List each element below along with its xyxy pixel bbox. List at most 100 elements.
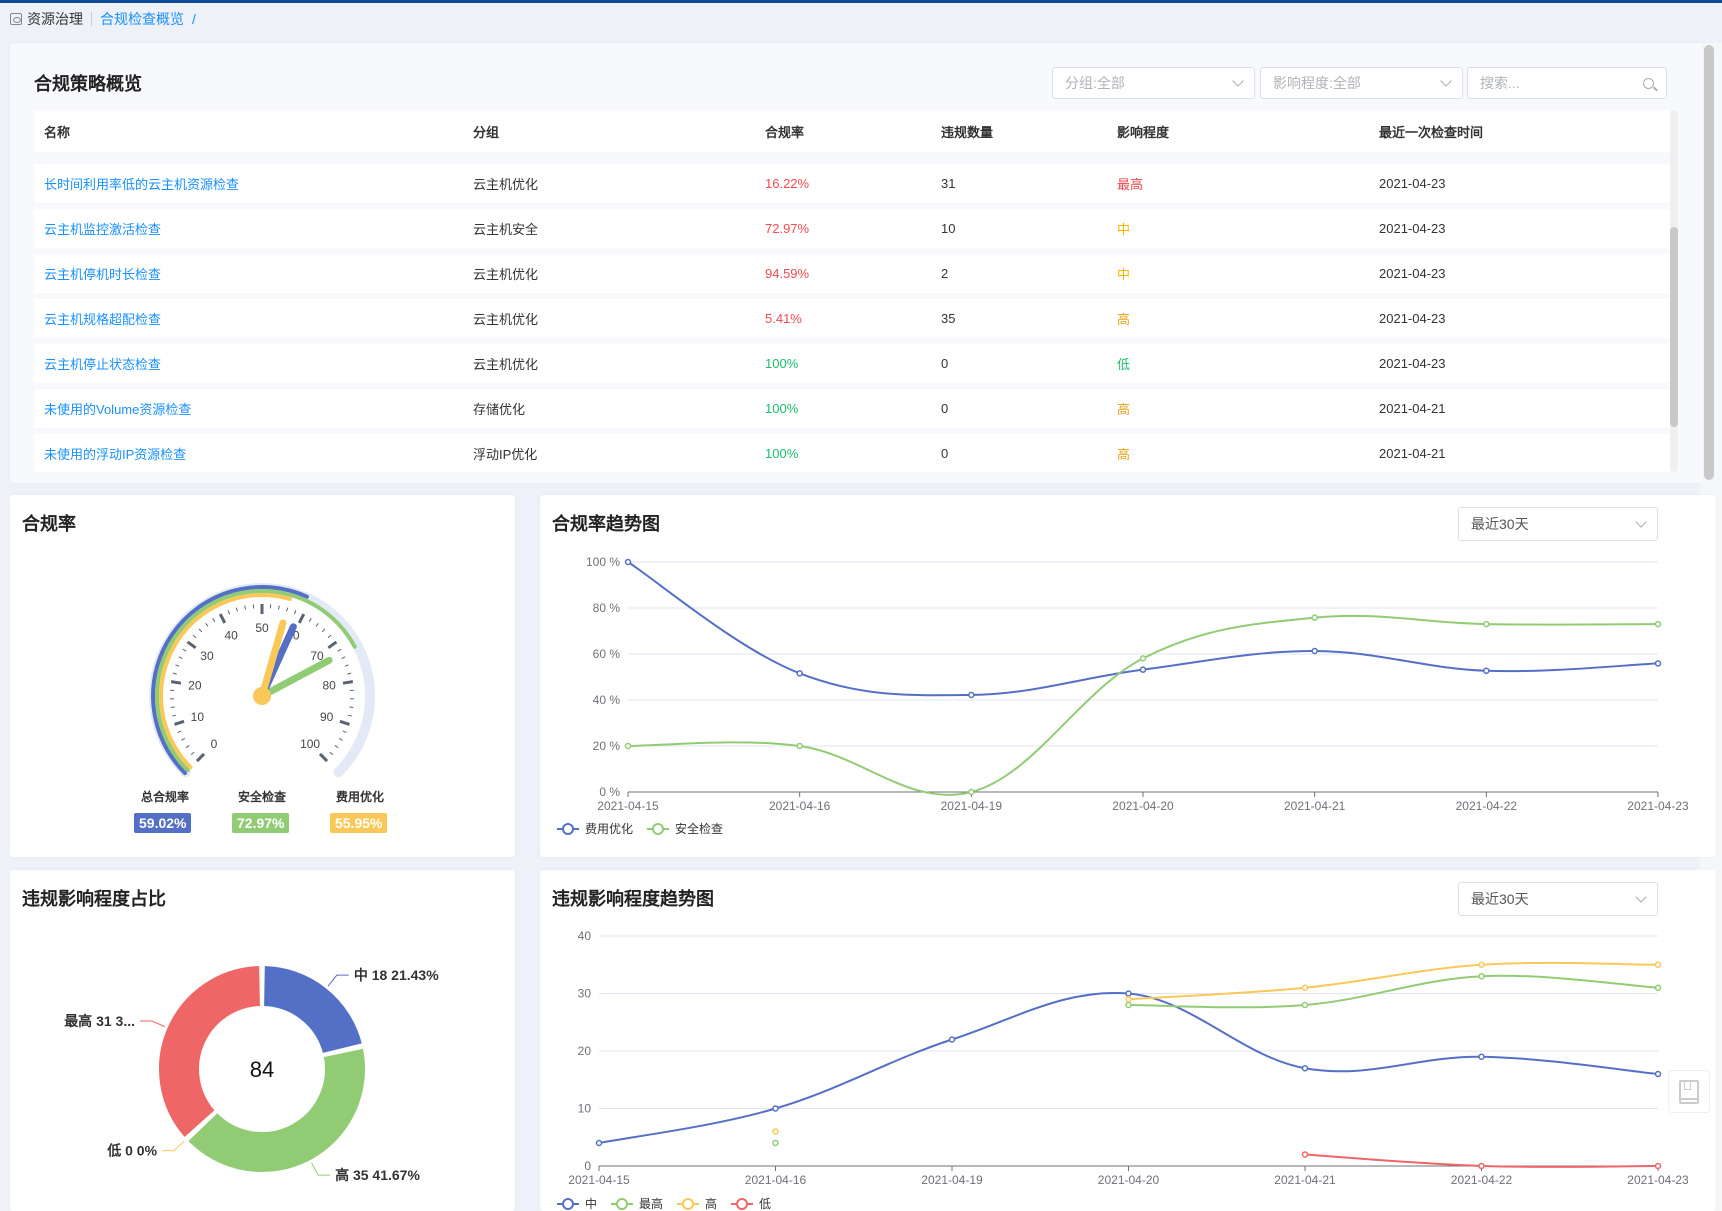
y-tick-label: 40 — [578, 929, 592, 943]
gauge-major-tick — [195, 752, 206, 763]
legend-marker — [562, 1198, 574, 1210]
table-scrollbar-track[interactable] — [1670, 110, 1678, 472]
gauge-minor-tick — [321, 628, 326, 633]
policy-name-link[interactable]: 云主机监控激活检查 — [34, 219, 473, 238]
x-tick-label: 2021-04-23 — [1627, 1173, 1689, 1187]
gauge-minor-tick — [177, 730, 182, 733]
table-scrollbar-thumb[interactable] — [1670, 227, 1678, 427]
data-point — [1301, 1065, 1309, 1072]
x-tick-label: 2021-04-15 — [597, 799, 659, 813]
policy-last-check: 2021-04-23 — [1379, 356, 1446, 371]
policy-impact: 高 — [1117, 402, 1131, 417]
gauge-value-total: 59.02% — [134, 813, 192, 833]
legend-marker — [652, 823, 664, 835]
group-filter-value: 分组:全部 — [1065, 75, 1125, 91]
gauge-minor-tick — [175, 664, 180, 667]
gauge-minor-tick — [334, 745, 339, 749]
policy-group: 云主机优化 — [473, 177, 539, 192]
data-point — [1311, 647, 1318, 655]
group-filter-select[interactable]: 分组:全部 — [1052, 67, 1255, 99]
gauge-tick-label: 30 — [200, 649, 214, 663]
breadcrumb-current[interactable]: 合规检查概览 — [100, 9, 184, 29]
donut-slice — [157, 964, 262, 1140]
policy-violation-count: 2 — [941, 266, 949, 281]
legend-label: 最高 — [639, 1196, 663, 1211]
policy-rate: 16.22% — [765, 176, 810, 191]
policy-violation-count: 0 — [941, 446, 949, 461]
x-tick-label: 2021-04-19 — [921, 1173, 983, 1187]
data-point — [772, 1105, 779, 1112]
donut-leader-line — [162, 1140, 185, 1152]
x-tick-label: 2021-04-15 — [568, 1173, 630, 1187]
breadcrumb-root[interactable]: 资源治理 — [27, 9, 83, 29]
policy-last-check: 2021-04-23 — [1379, 266, 1446, 281]
gauge-value-cost: 55.95% — [330, 813, 388, 833]
gauge-minor-tick — [337, 648, 342, 652]
chevron-down-icon — [1440, 75, 1452, 87]
legend-marker — [562, 823, 574, 835]
policy-name-link[interactable]: 云主机停止状态检查 — [34, 354, 473, 373]
donut-slice-label: 中 18 21.43% — [354, 967, 439, 983]
resource-icon — [10, 13, 22, 25]
gauge-needle-pivot — [253, 687, 271, 705]
policy-rate: 72.97% — [765, 221, 810, 236]
page-scrollbar-thumb[interactable] — [1704, 45, 1714, 480]
data-point — [796, 670, 803, 677]
data-point — [1478, 961, 1485, 968]
policy-name-link[interactable]: 未使用的Volume资源检查 — [34, 399, 473, 418]
gauge-minor-tick — [190, 751, 195, 756]
policy-rate: 94.59% — [765, 266, 810, 281]
x-tick-label: 2021-04-19 — [941, 799, 1003, 813]
gauge-major-tick — [339, 719, 350, 726]
gauge-tick-label: 50 — [255, 621, 269, 635]
gauge-tick-label: 90 — [320, 710, 334, 724]
column-header-count: 违规数量 — [941, 124, 994, 140]
policy-violation-count: 10 — [941, 221, 956, 236]
policy-group: 云主机优化 — [473, 267, 539, 282]
gauge-tick-label: 10 — [191, 710, 205, 724]
series-line — [627, 614, 1659, 796]
search-input[interactable]: 搜索... — [1467, 67, 1667, 99]
data-point — [772, 1139, 779, 1147]
gauge-major-tick — [297, 613, 306, 624]
gauge-minor-tick — [244, 605, 247, 610]
y-tick-label: 100 % — [586, 555, 620, 569]
gauge-minor-tick — [308, 618, 312, 622]
data-point — [1139, 655, 1147, 662]
gauge-minor-tick — [293, 610, 297, 615]
gauge-major-tick — [218, 613, 227, 624]
gauge-minor-tick — [347, 714, 352, 717]
policy-violation-count: 0 — [941, 401, 949, 416]
docs-button[interactable] — [1668, 1070, 1710, 1113]
policy-impact: 中 — [1117, 267, 1131, 282]
impact-filter-select[interactable]: 影响程度:全部 — [1260, 67, 1463, 99]
legend-marker — [736, 1198, 748, 1210]
table-row: 云主机监控激活检查 云主机安全 72.97% 10 中 2021-04-23 — [34, 209, 1670, 248]
policy-name-link[interactable]: 未使用的浮动IP资源检查 — [34, 444, 473, 463]
data-point — [968, 788, 975, 796]
policy-name-link[interactable]: 长时间利用率低的云主机资源检查 — [34, 174, 473, 193]
policy-name-link[interactable]: 云主机规格超配检查 — [34, 309, 473, 328]
gauge-label-cost: 费用优化 — [335, 790, 384, 804]
policy-violation-count: 35 — [941, 311, 956, 326]
gauge-minor-tick — [344, 664, 349, 667]
data-point — [1478, 973, 1485, 980]
gauge-major-tick — [174, 719, 185, 726]
impact-trend-card: 违规影响程度趋势图 最近30天 0 10 20 30 40 2021-04-15 2021-… — [540, 870, 1716, 1211]
gauge-tick-label: 0 — [211, 737, 218, 751]
table-header: 名称 分组 合规率 违规数量 影响程度 最近一次检查时间 — [34, 110, 1670, 152]
data-point — [1301, 1001, 1309, 1009]
data-point — [595, 1139, 603, 1147]
gauge-minor-tick — [182, 648, 187, 652]
search-icon[interactable] — [1643, 77, 1654, 89]
column-header-time: 最近一次检查时间 — [1379, 124, 1484, 140]
policy-name-link[interactable]: 云主机停机时长检查 — [34, 264, 473, 283]
policy-impact: 高 — [1117, 312, 1131, 327]
legend-label: 中 — [585, 1196, 597, 1211]
policy-impact: 低 — [1117, 357, 1131, 372]
table-row: 未使用的Volume资源检查 存储优化 100% 0 高 2021-04-21 — [34, 389, 1670, 428]
policy-last-check: 2021-04-23 — [1379, 311, 1446, 326]
chevron-down-icon — [1232, 75, 1244, 87]
table-row: 云主机规格超配检查 云主机优化 5.41% 35 高 2021-04-23 — [34, 299, 1670, 338]
gauge-minor-tick — [338, 737, 343, 741]
